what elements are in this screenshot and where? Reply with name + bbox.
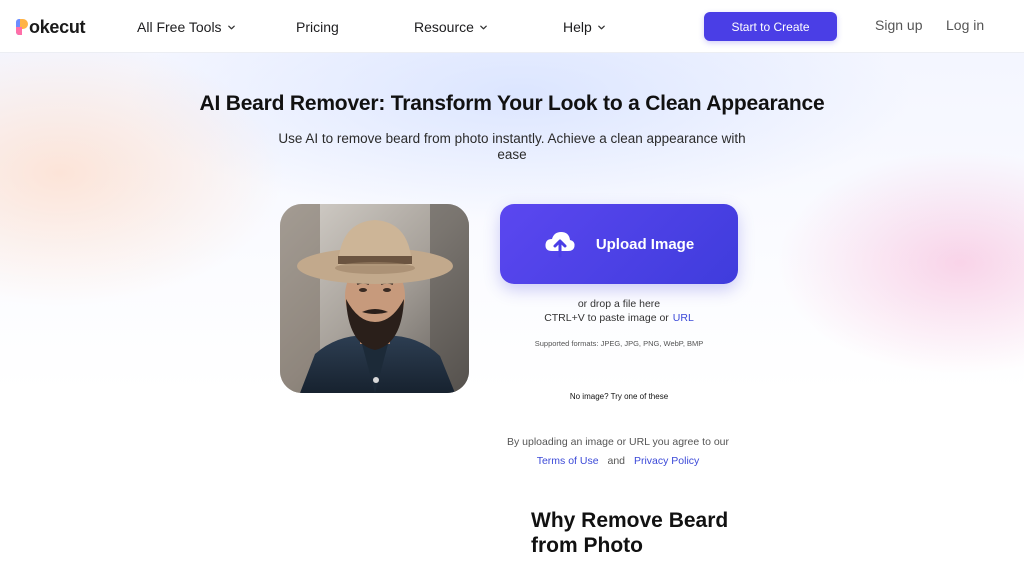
terms-and: and: [607, 455, 626, 467]
page-title: AI Beard Remover: Transform Your Look to…: [199, 92, 825, 115]
sign-up-link[interactable]: Sign up: [875, 17, 922, 33]
logo-mark-icon: [16, 19, 28, 35]
privacy-policy-link[interactable]: Privacy Policy: [634, 455, 699, 467]
terms-of-use-link[interactable]: Terms of Use: [537, 455, 599, 467]
page-subtitle: Use AI to remove beard from photo instan…: [278, 131, 746, 162]
nav-resource[interactable]: Resource: [414, 17, 488, 37]
drop-instructions: or drop a file here CTRL+V to paste imag…: [500, 297, 738, 325]
bearded-man-image: [280, 204, 469, 393]
cloud-upload-icon: [545, 232, 575, 258]
start-to-create-button[interactable]: Start to Create: [704, 12, 837, 41]
drop-file-text: or drop a file here: [577, 298, 661, 310]
chevron-down-icon: [480, 25, 487, 29]
try-samples-text: No image? Try one of these: [569, 392, 669, 401]
paste-instructions: CTRL+V to paste image or URL: [500, 311, 738, 325]
why-remove-beard-heading: Why Remove Beard from Photo: [531, 509, 729, 557]
nav-help-label: Help: [563, 19, 592, 35]
paste-text: CTRL+V to paste image or: [544, 312, 669, 324]
logo-text: okecut: [29, 16, 86, 37]
upload-image-label: Upload Image: [595, 235, 695, 253]
example-photo: [280, 204, 469, 393]
nav-all-free-tools[interactable]: All Free Tools: [137, 17, 236, 37]
nav-pricing[interactable]: Pricing: [296, 17, 339, 37]
terms-notice: By uploading an image or URL you agree t…: [470, 433, 766, 471]
nav-all-free-tools-label: All Free Tools: [137, 19, 222, 35]
url-link[interactable]: URL: [673, 312, 694, 324]
chevron-down-icon: [597, 25, 605, 29]
upload-image-button[interactable]: Upload Image: [500, 204, 738, 284]
terms-links: Terms of Use and Privacy Policy: [470, 452, 766, 471]
nav-help[interactable]: Help: [563, 17, 606, 37]
terms-prefix: By uploading an image or URL you agree t…: [507, 436, 729, 448]
log-in-link[interactable]: Log in: [946, 17, 984, 33]
nav-resource-label: Resource: [414, 19, 474, 35]
supported-formats: Supported formats: JPEG, JPG, PNG, WebP,…: [534, 339, 704, 348]
chevron-down-icon: [227, 25, 235, 29]
pokecut-logo[interactable]: okecut: [16, 16, 86, 38]
top-navigation: okecut All Free Tools Pricing Resource H…: [0, 0, 1024, 53]
nav-pricing-label: Pricing: [296, 19, 339, 35]
